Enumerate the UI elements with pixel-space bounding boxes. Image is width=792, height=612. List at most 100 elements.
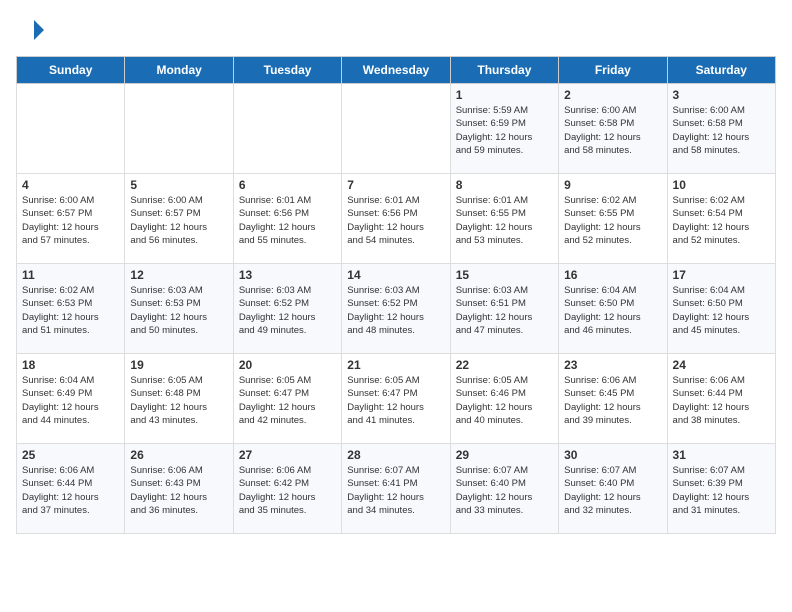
logo-icon: [16, 16, 44, 44]
calendar-cell: 9 Sunrise: 6:02 AM Sunset: 6:55 PM Daylig…: [559, 174, 667, 264]
day-number: 28: [347, 448, 444, 462]
day-info: Sunrise: 6:02 AM Sunset: 6:54 PM Dayligh…: [673, 194, 770, 247]
logo: [16, 16, 48, 44]
calendar-cell: [125, 84, 233, 174]
day-info: Sunrise: 6:00 AM Sunset: 6:58 PM Dayligh…: [673, 104, 770, 157]
calendar-cell: 22 Sunrise: 6:05 AM Sunset: 6:46 PM Dayli…: [450, 354, 558, 444]
calendar-cell: 23Sunrise: 6:06 AM Sunset: 6:45 PM Dayli…: [559, 354, 667, 444]
calendar-cell: 7 Sunrise: 6:01 AM Sunset: 6:56 PM Daylig…: [342, 174, 450, 264]
calendar-table: SundayMondayTuesdayWednesdayThursdayFrid…: [16, 56, 776, 534]
calendar-cell: 6 Sunrise: 6:01 AM Sunset: 6:56 PM Daylig…: [233, 174, 341, 264]
calendar-cell: 28 Sunrise: 6:07 AM Sunset: 6:41 PM Dayli…: [342, 444, 450, 534]
day-number: 22: [456, 358, 553, 372]
calendar-cell: 12Sunrise: 6:03 AM Sunset: 6:53 PM Dayli…: [125, 264, 233, 354]
day-info: Sunrise: 6:05 AM Sunset: 6:46 PM Dayligh…: [456, 374, 553, 427]
day-info: Sunrise: 6:00 AM Sunset: 6:58 PM Dayligh…: [564, 104, 661, 157]
day-number: 6: [239, 178, 336, 192]
day-number: 23: [564, 358, 661, 372]
calendar-body: 1Sunrise: 5:59 AM Sunset: 6:59 PM Daylig…: [17, 84, 776, 534]
day-number: 24: [673, 358, 770, 372]
header-cell-friday: Friday: [559, 57, 667, 84]
day-info: Sunrise: 6:07 AM Sunset: 6:39 PM Dayligh…: [673, 464, 770, 517]
header-cell-sunday: Sunday: [17, 57, 125, 84]
day-info: Sunrise: 6:07 AM Sunset: 6:40 PM Dayligh…: [564, 464, 661, 517]
calendar-cell: 8 Sunrise: 6:01 AM Sunset: 6:55 PM Daylig…: [450, 174, 558, 264]
calendar-cell: 1Sunrise: 5:59 AM Sunset: 6:59 PM Daylig…: [450, 84, 558, 174]
day-info: Sunrise: 6:00 AM Sunset: 6:57 PM Dayligh…: [22, 194, 119, 247]
day-number: 19: [130, 358, 227, 372]
day-number: 8: [456, 178, 553, 192]
calendar-week-5: 25 Sunrise: 6:06 AM Sunset: 6:44 PM Dayli…: [17, 444, 776, 534]
calendar-cell: 29 Sunrise: 6:07 AM Sunset: 6:40 PM Dayli…: [450, 444, 558, 534]
day-info: Sunrise: 6:06 AM Sunset: 6:43 PM Dayligh…: [130, 464, 227, 517]
day-number: 30: [564, 448, 661, 462]
calendar-cell: [233, 84, 341, 174]
day-info: Sunrise: 6:05 AM Sunset: 6:47 PM Dayligh…: [347, 374, 444, 427]
day-info: Sunrise: 6:04 AM Sunset: 6:49 PM Dayligh…: [22, 374, 119, 427]
header-cell-saturday: Saturday: [667, 57, 775, 84]
calendar-cell: 21Sunrise: 6:05 AM Sunset: 6:47 PM Dayli…: [342, 354, 450, 444]
calendar-week-3: 11 Sunrise: 6:02 AM Sunset: 6:53 PM Dayli…: [17, 264, 776, 354]
calendar-cell: 3 Sunrise: 6:00 AM Sunset: 6:58 PM Daylig…: [667, 84, 775, 174]
day-number: 4: [22, 178, 119, 192]
calendar-cell: 14 Sunrise: 6:03 AM Sunset: 6:52 PM Dayli…: [342, 264, 450, 354]
page-header: [16, 16, 776, 44]
day-info: Sunrise: 6:01 AM Sunset: 6:55 PM Dayligh…: [456, 194, 553, 247]
day-info: Sunrise: 6:07 AM Sunset: 6:41 PM Dayligh…: [347, 464, 444, 517]
header-row: SundayMondayTuesdayWednesdayThursdayFrid…: [17, 57, 776, 84]
day-info: Sunrise: 6:06 AM Sunset: 6:44 PM Dayligh…: [673, 374, 770, 427]
day-number: 11: [22, 268, 119, 282]
header-cell-wednesday: Wednesday: [342, 57, 450, 84]
day-info: Sunrise: 6:01 AM Sunset: 6:56 PM Dayligh…: [347, 194, 444, 247]
calendar-cell: 15Sunrise: 6:03 AM Sunset: 6:51 PM Dayli…: [450, 264, 558, 354]
day-number: 29: [456, 448, 553, 462]
day-info: Sunrise: 6:03 AM Sunset: 6:52 PM Dayligh…: [239, 284, 336, 337]
day-number: 15: [456, 268, 553, 282]
day-number: 16: [564, 268, 661, 282]
day-number: 1: [456, 88, 553, 102]
calendar-cell: 26 Sunrise: 6:06 AM Sunset: 6:43 PM Dayli…: [125, 444, 233, 534]
day-number: 26: [130, 448, 227, 462]
day-info: Sunrise: 6:00 AM Sunset: 6:57 PM Dayligh…: [130, 194, 227, 247]
day-info: Sunrise: 6:05 AM Sunset: 6:48 PM Dayligh…: [130, 374, 227, 427]
day-info: Sunrise: 6:07 AM Sunset: 6:40 PM Dayligh…: [456, 464, 553, 517]
calendar-cell: 5 Sunrise: 6:00 AM Sunset: 6:57 PM Daylig…: [125, 174, 233, 264]
day-number: 20: [239, 358, 336, 372]
day-number: 25: [22, 448, 119, 462]
calendar-cell: 31 Sunrise: 6:07 AM Sunset: 6:39 PM Dayli…: [667, 444, 775, 534]
calendar-cell: 20 Sunrise: 6:05 AM Sunset: 6:47 PM Dayli…: [233, 354, 341, 444]
calendar-week-1: 1Sunrise: 5:59 AM Sunset: 6:59 PM Daylig…: [17, 84, 776, 174]
calendar-cell: [17, 84, 125, 174]
day-info: Sunrise: 6:03 AM Sunset: 6:52 PM Dayligh…: [347, 284, 444, 337]
day-info: Sunrise: 6:04 AM Sunset: 6:50 PM Dayligh…: [673, 284, 770, 337]
calendar-cell: 18 Sunrise: 6:04 AM Sunset: 6:49 PM Dayli…: [17, 354, 125, 444]
day-number: 3: [673, 88, 770, 102]
calendar-cell: [342, 84, 450, 174]
day-info: Sunrise: 6:06 AM Sunset: 6:44 PM Dayligh…: [22, 464, 119, 517]
day-number: 10: [673, 178, 770, 192]
calendar-cell: 17Sunrise: 6:04 AM Sunset: 6:50 PM Dayli…: [667, 264, 775, 354]
day-number: 5: [130, 178, 227, 192]
day-info: Sunrise: 6:06 AM Sunset: 6:42 PM Dayligh…: [239, 464, 336, 517]
day-info: Sunrise: 6:02 AM Sunset: 6:53 PM Dayligh…: [22, 284, 119, 337]
day-number: 14: [347, 268, 444, 282]
day-number: 18: [22, 358, 119, 372]
calendar-week-4: 18 Sunrise: 6:04 AM Sunset: 6:49 PM Dayli…: [17, 354, 776, 444]
day-info: Sunrise: 6:01 AM Sunset: 6:56 PM Dayligh…: [239, 194, 336, 247]
day-number: 7: [347, 178, 444, 192]
calendar-cell: 27Sunrise: 6:06 AM Sunset: 6:42 PM Dayli…: [233, 444, 341, 534]
header-cell-thursday: Thursday: [450, 57, 558, 84]
day-number: 13: [239, 268, 336, 282]
calendar-cell: 25 Sunrise: 6:06 AM Sunset: 6:44 PM Dayli…: [17, 444, 125, 534]
day-number: 9: [564, 178, 661, 192]
header-cell-tuesday: Tuesday: [233, 57, 341, 84]
calendar-header: SundayMondayTuesdayWednesdayThursdayFrid…: [17, 57, 776, 84]
calendar-cell: 4 Sunrise: 6:00 AM Sunset: 6:57 PM Daylig…: [17, 174, 125, 264]
day-info: Sunrise: 6:02 AM Sunset: 6:55 PM Dayligh…: [564, 194, 661, 247]
calendar-week-2: 4 Sunrise: 6:00 AM Sunset: 6:57 PM Daylig…: [17, 174, 776, 264]
calendar-cell: 19 Sunrise: 6:05 AM Sunset: 6:48 PM Dayli…: [125, 354, 233, 444]
day-number: 2: [564, 88, 661, 102]
calendar-cell: 24 Sunrise: 6:06 AM Sunset: 6:44 PM Dayli…: [667, 354, 775, 444]
day-info: Sunrise: 6:05 AM Sunset: 6:47 PM Dayligh…: [239, 374, 336, 427]
day-number: 31: [673, 448, 770, 462]
